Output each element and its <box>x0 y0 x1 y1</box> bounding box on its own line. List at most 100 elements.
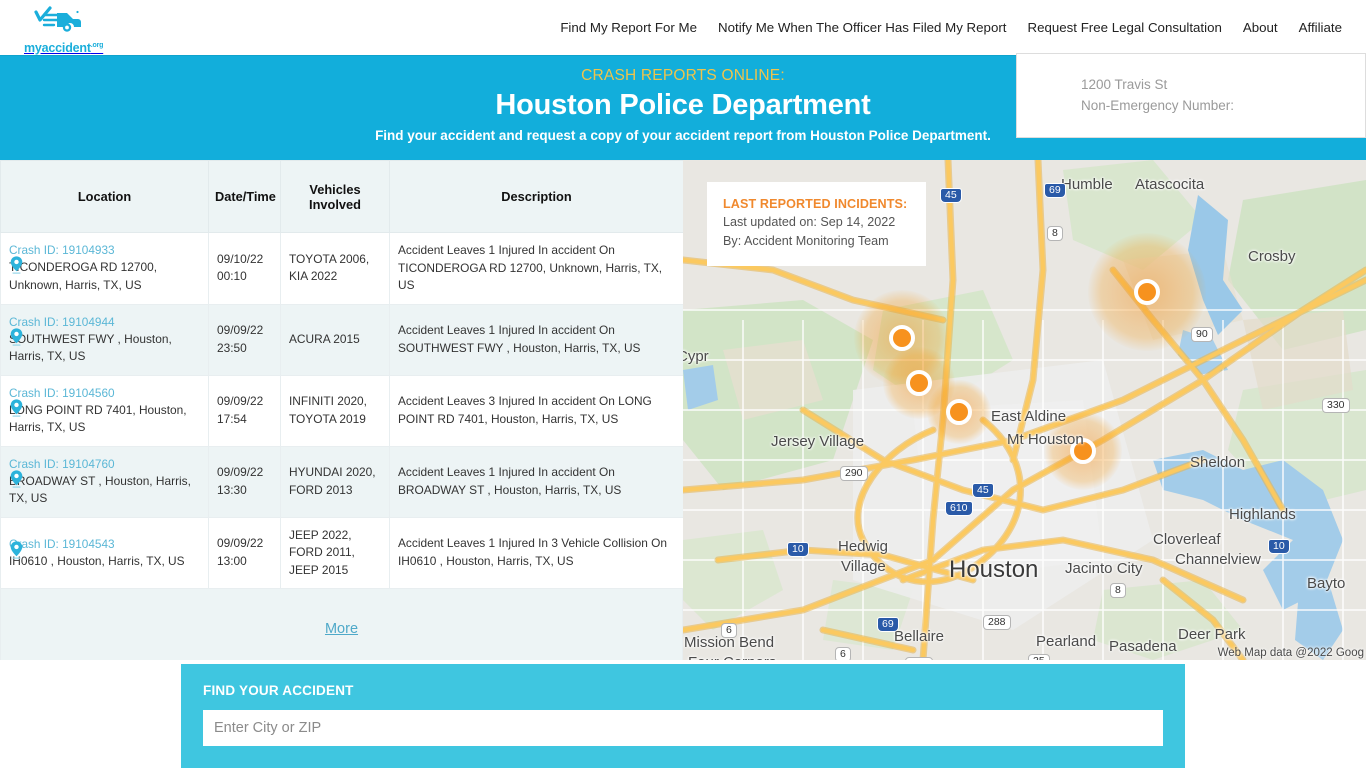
highway-shield-8a: 8 <box>1047 226 1063 241</box>
map-label-crosby: Crosby <box>1248 248 1296 265</box>
agency-address: 1200 Travis St <box>1081 77 1168 92</box>
highway-shield-us90: 90 <box>1191 327 1213 342</box>
cell-datetime: 09/09/22 17:54 <box>208 374 281 447</box>
location-text: TICONDEROGA RD 12700, Unknown, Harris, T… <box>9 260 158 292</box>
cell-location: Crash ID: 19104560 LONG POINT RD 7401, H… <box>0 374 209 447</box>
crash-reports-panel: Location Date/Time Vehicles Involved Des… <box>0 160 684 669</box>
crash-table-body: Crash ID: 19104933 TICONDEROGA RD 12700,… <box>0 232 684 589</box>
city-or-zip-input[interactable] <box>203 710 1163 746</box>
map-label-jacinto-city: Jacinto City <box>1065 560 1143 577</box>
nav-legal-consultation[interactable]: Request Free Legal Consultation <box>1027 18 1221 37</box>
column-header-description[interactable]: Description <box>389 160 684 233</box>
cell-vehicles: ACURA 2015 <box>280 303 390 376</box>
cell-description: Accident Leaves 1 Injured In accident On… <box>389 445 684 518</box>
cell-description: Accident Leaves 1 Injured In accident On… <box>389 232 684 305</box>
map-label-humble: Humble <box>1061 176 1113 193</box>
crash-id-link[interactable]: Crash ID: 19104933 <box>9 242 200 259</box>
crash-date: 09/09/22 <box>217 536 264 551</box>
nav-about[interactable]: About <box>1243 18 1278 37</box>
table-row[interactable]: Crash ID: 19104760 BROADWAY ST , Houston… <box>0 445 684 518</box>
location-text: LONG POINT RD 7401, Houston, Harris, TX,… <box>9 402 187 435</box>
map-label-bellaire: Bellaire <box>894 628 945 645</box>
table-row[interactable]: Crash ID: 19104944 SOUTHWEST FWY , Houst… <box>0 303 684 376</box>
crash-time: 13:30 <box>217 482 247 497</box>
map-label-deer-park: Deer Park <box>1178 626 1246 643</box>
more-row: More <box>0 589 683 669</box>
cell-datetime: 09/10/22 00:10 <box>208 232 281 305</box>
find-accident-title: FIND YOUR ACCIDENT <box>203 683 354 698</box>
agency-phone-label: Non-Emergency Number: <box>1081 98 1235 113</box>
crash-time: 13:00 <box>217 553 247 568</box>
crash-date: 09/10/22 <box>217 251 264 266</box>
crash-id-link[interactable]: Crash ID: 19104760 <box>9 456 200 473</box>
incident-dot <box>1134 279 1160 305</box>
crash-id-link[interactable]: Crash ID: 19104543 <box>9 536 200 553</box>
column-header-datetime[interactable]: Date/Time <box>208 160 281 233</box>
map-attribution: Web Map data @2022 Goog <box>1217 647 1364 659</box>
crash-id-link[interactable]: Crash ID: 19104944 <box>9 314 200 331</box>
map-label-jersey-village: Jersey Village <box>771 433 865 450</box>
table-row[interactable]: Crash ID: 19104543 IH0610 , Houston, Har… <box>0 516 684 589</box>
location-pin-icon <box>10 541 23 566</box>
cell-vehicles: JEEP 2022, FORD 2011, JEEP 2015 <box>280 516 390 589</box>
location-text: BROADWAY ST , Houston, Harris, TX, US <box>9 473 191 506</box>
cell-vehicles: TOYOTA 2006, KIA 2022 <box>280 232 390 305</box>
table-row[interactable]: Crash ID: 19104933 TICONDEROGA RD 12700,… <box>0 232 684 305</box>
highway-shield-330: 330 <box>1322 398 1350 413</box>
nav-find-my-report[interactable]: Find My Report For Me <box>560 18 697 37</box>
table-row[interactable]: Crash ID: 19104560 LONG POINT RD 7401, H… <box>0 374 684 447</box>
location-pin-icon <box>10 256 23 281</box>
crash-time: 23:50 <box>217 340 247 355</box>
table-header-row: Location Date/Time Vehicles Involved Des… <box>0 160 684 233</box>
map-label-east-aldine: East Aldine <box>991 408 1067 425</box>
highway-shield-i10: 10 <box>787 542 809 557</box>
column-header-vehicles[interactable]: Vehicles Involved <box>280 160 390 233</box>
highway-shield-i45: 45 <box>940 188 962 203</box>
highway-shield-i69: 69 <box>1044 183 1066 198</box>
cell-datetime: 09/09/22 23:50 <box>208 303 281 376</box>
cell-location: Crash ID: 19104760 BROADWAY ST , Houston… <box>0 445 209 518</box>
cell-location: Crash ID: 19104933 TICONDEROGA RD 12700,… <box>0 232 209 305</box>
map-label-channelview: Channelview <box>1175 551 1261 568</box>
location-text: IH0610 , Houston, Harris, TX, US <box>9 553 185 568</box>
find-accident-box: FIND YOUR ACCIDENT <box>181 664 1185 768</box>
cell-description: Accident Leaves 1 Injured In 3 Vehicle C… <box>389 516 684 589</box>
map-label-atascocita: Atascocita <box>1135 176 1205 193</box>
map-label-sheldon: Sheldon <box>1190 454 1246 471</box>
highway-shield-i69b: 69 <box>877 617 899 632</box>
more-link[interactable]: More <box>325 621 358 637</box>
location-text: SOUTHWEST FWY , Houston, Harris, TX, US <box>9 331 172 364</box>
crash-date: 09/09/22 <box>217 323 264 337</box>
crash-time: 17:54 <box>217 411 247 426</box>
callout-last-updated: Last updated on: Sep 14, 2022 <box>723 215 896 229</box>
cell-location: Crash ID: 19104543 IH0610 , Houston, Har… <box>0 516 209 589</box>
highway-shield-6: 6 <box>721 623 737 638</box>
map-label-pearland: Pearland <box>1036 633 1097 650</box>
content-area: Location Date/Time Vehicles Involved Des… <box>0 160 1366 669</box>
cell-location: Crash ID: 19104944 SOUTHWEST FWY , Houst… <box>0 303 209 376</box>
map-label-houston: Houston <box>949 556 1039 583</box>
highway-shield-288: 288 <box>983 615 1011 630</box>
cell-datetime: 09/09/22 13:00 <box>208 516 281 589</box>
crash-date: 09/09/22 <box>217 465 264 479</box>
highway-shield-i610: 610 <box>945 501 973 516</box>
highway-shield-i10b: 10 <box>1268 539 1290 554</box>
logo-wordmark: myaccident.org <box>24 41 104 55</box>
incident-dot <box>906 370 932 396</box>
crash-id-link[interactable]: Crash ID: 19104560 <box>9 385 200 402</box>
site-logo[interactable]: myaccident.org <box>24 6 114 54</box>
highway-shield-8b: 8 <box>1110 583 1126 598</box>
nav-affiliate[interactable]: Affiliate <box>1299 18 1342 37</box>
location-pin-icon <box>10 398 23 423</box>
crash-reports-table: Location Date/Time Vehicles Involved Des… <box>0 160 684 589</box>
find-accident-section: FIND YOUR ACCIDENT <box>0 660 1366 768</box>
incident-map[interactable]: Humble Atascocita Crosby Cypr East Aldin… <box>683 160 1366 660</box>
highway-shield-6b: 6 <box>835 647 851 660</box>
callout-title: LAST REPORTED INCIDENTS: <box>723 197 908 211</box>
hero-banner: CRASH REPORTS ONLINE: Houston Police Dep… <box>0 53 1366 160</box>
car-report-icon <box>24 6 114 39</box>
column-header-location[interactable]: Location <box>0 160 209 233</box>
cell-vehicles: INFINITI 2020, TOYOTA 2019 <box>280 374 390 447</box>
agency-info-card: 1200 Travis St Non-Emergency Number: <box>1016 53 1366 138</box>
nav-notify-me[interactable]: Notify Me When The Officer Has Filed My … <box>718 18 1006 37</box>
